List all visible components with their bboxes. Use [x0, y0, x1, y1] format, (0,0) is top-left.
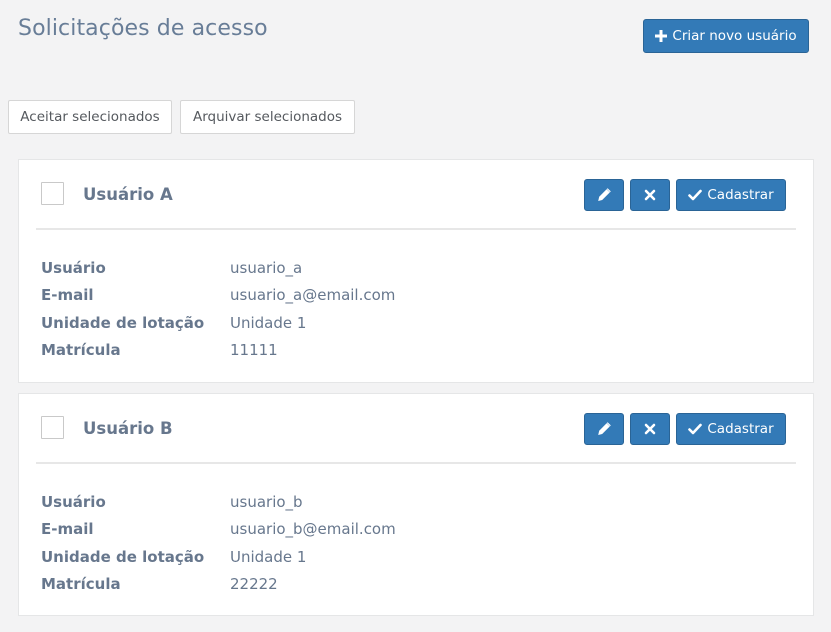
- field-row: Usuário usuario_a: [41, 254, 395, 282]
- check-icon: [688, 423, 703, 435]
- field-label: Unidade de lotação: [41, 313, 205, 332]
- close-icon: [644, 189, 656, 201]
- field-value: usuario_b: [230, 492, 303, 511]
- register-button[interactable]: Cadastrar: [676, 179, 786, 211]
- edit-button[interactable]: [584, 413, 624, 445]
- page-title: Solicitações de acesso: [18, 16, 268, 41]
- register-label: Cadastrar: [707, 187, 774, 203]
- check-icon: [688, 189, 703, 201]
- field-value: Unidade 1: [230, 547, 307, 566]
- register-label: Cadastrar: [707, 421, 774, 437]
- request-card: Usuário B Cadastrar Usuário usuario_b E-…: [18, 393, 814, 616]
- field-value: Unidade 1: [230, 313, 307, 332]
- card-actions: Cadastrar: [584, 179, 786, 211]
- edit-button[interactable]: [584, 179, 624, 211]
- field-value: 22222: [230, 575, 278, 594]
- select-checkbox[interactable]: [41, 416, 64, 439]
- field-label: Unidade de lotação: [41, 547, 205, 566]
- field-value: usuario_a: [230, 258, 303, 277]
- reject-button[interactable]: [630, 413, 670, 445]
- field-row: Unidade de lotação Unidade 1: [41, 543, 396, 571]
- accept-selected-button[interactable]: Aceitar selecionados: [8, 100, 172, 134]
- field-value: usuario_b@email.com: [230, 520, 396, 539]
- field-row: E-mail usuario_a@email.com: [41, 282, 395, 310]
- field-label: Usuário: [41, 258, 106, 277]
- plus-icon: [655, 30, 668, 42]
- field-row: Matrícula 11111: [41, 337, 395, 365]
- field-label: Usuário: [41, 492, 106, 511]
- pencil-icon: [597, 422, 611, 436]
- field-label: Matrícula: [41, 575, 121, 594]
- field-label: E-mail: [41, 286, 94, 305]
- field-row: Unidade de lotação Unidade 1: [41, 309, 395, 337]
- field-label: E-mail: [41, 520, 94, 539]
- request-card: Usuário A Cadastrar Usuário usuario_a E-…: [18, 159, 814, 383]
- field-value: usuario_a@email.com: [230, 286, 396, 305]
- card-divider: [36, 228, 796, 230]
- field-value: 11111: [230, 341, 278, 360]
- card-actions: Cadastrar: [584, 413, 786, 445]
- archive-selected-button[interactable]: Arquivar selecionados: [180, 100, 355, 134]
- field-row: Matrícula 22222: [41, 571, 396, 599]
- field-label: Matrícula: [41, 341, 121, 360]
- request-fields: Usuário usuario_b E-mail usuario_b@email…: [41, 488, 396, 598]
- field-row: Usuário usuario_b: [41, 488, 396, 516]
- field-row: E-mail usuario_b@email.com: [41, 516, 396, 544]
- request-fields: Usuário usuario_a E-mail usuario_a@email…: [41, 254, 395, 364]
- create-user-button[interactable]: Criar novo usuário: [643, 19, 809, 53]
- create-user-label: Criar novo usuário: [672, 28, 797, 44]
- card-divider: [36, 462, 796, 464]
- register-button[interactable]: Cadastrar: [676, 413, 786, 445]
- reject-button[interactable]: [630, 179, 670, 211]
- close-icon: [644, 423, 656, 435]
- request-name: Usuário A: [83, 185, 173, 204]
- select-checkbox[interactable]: [41, 182, 64, 205]
- request-name: Usuário B: [83, 419, 173, 438]
- pencil-icon: [597, 188, 611, 202]
